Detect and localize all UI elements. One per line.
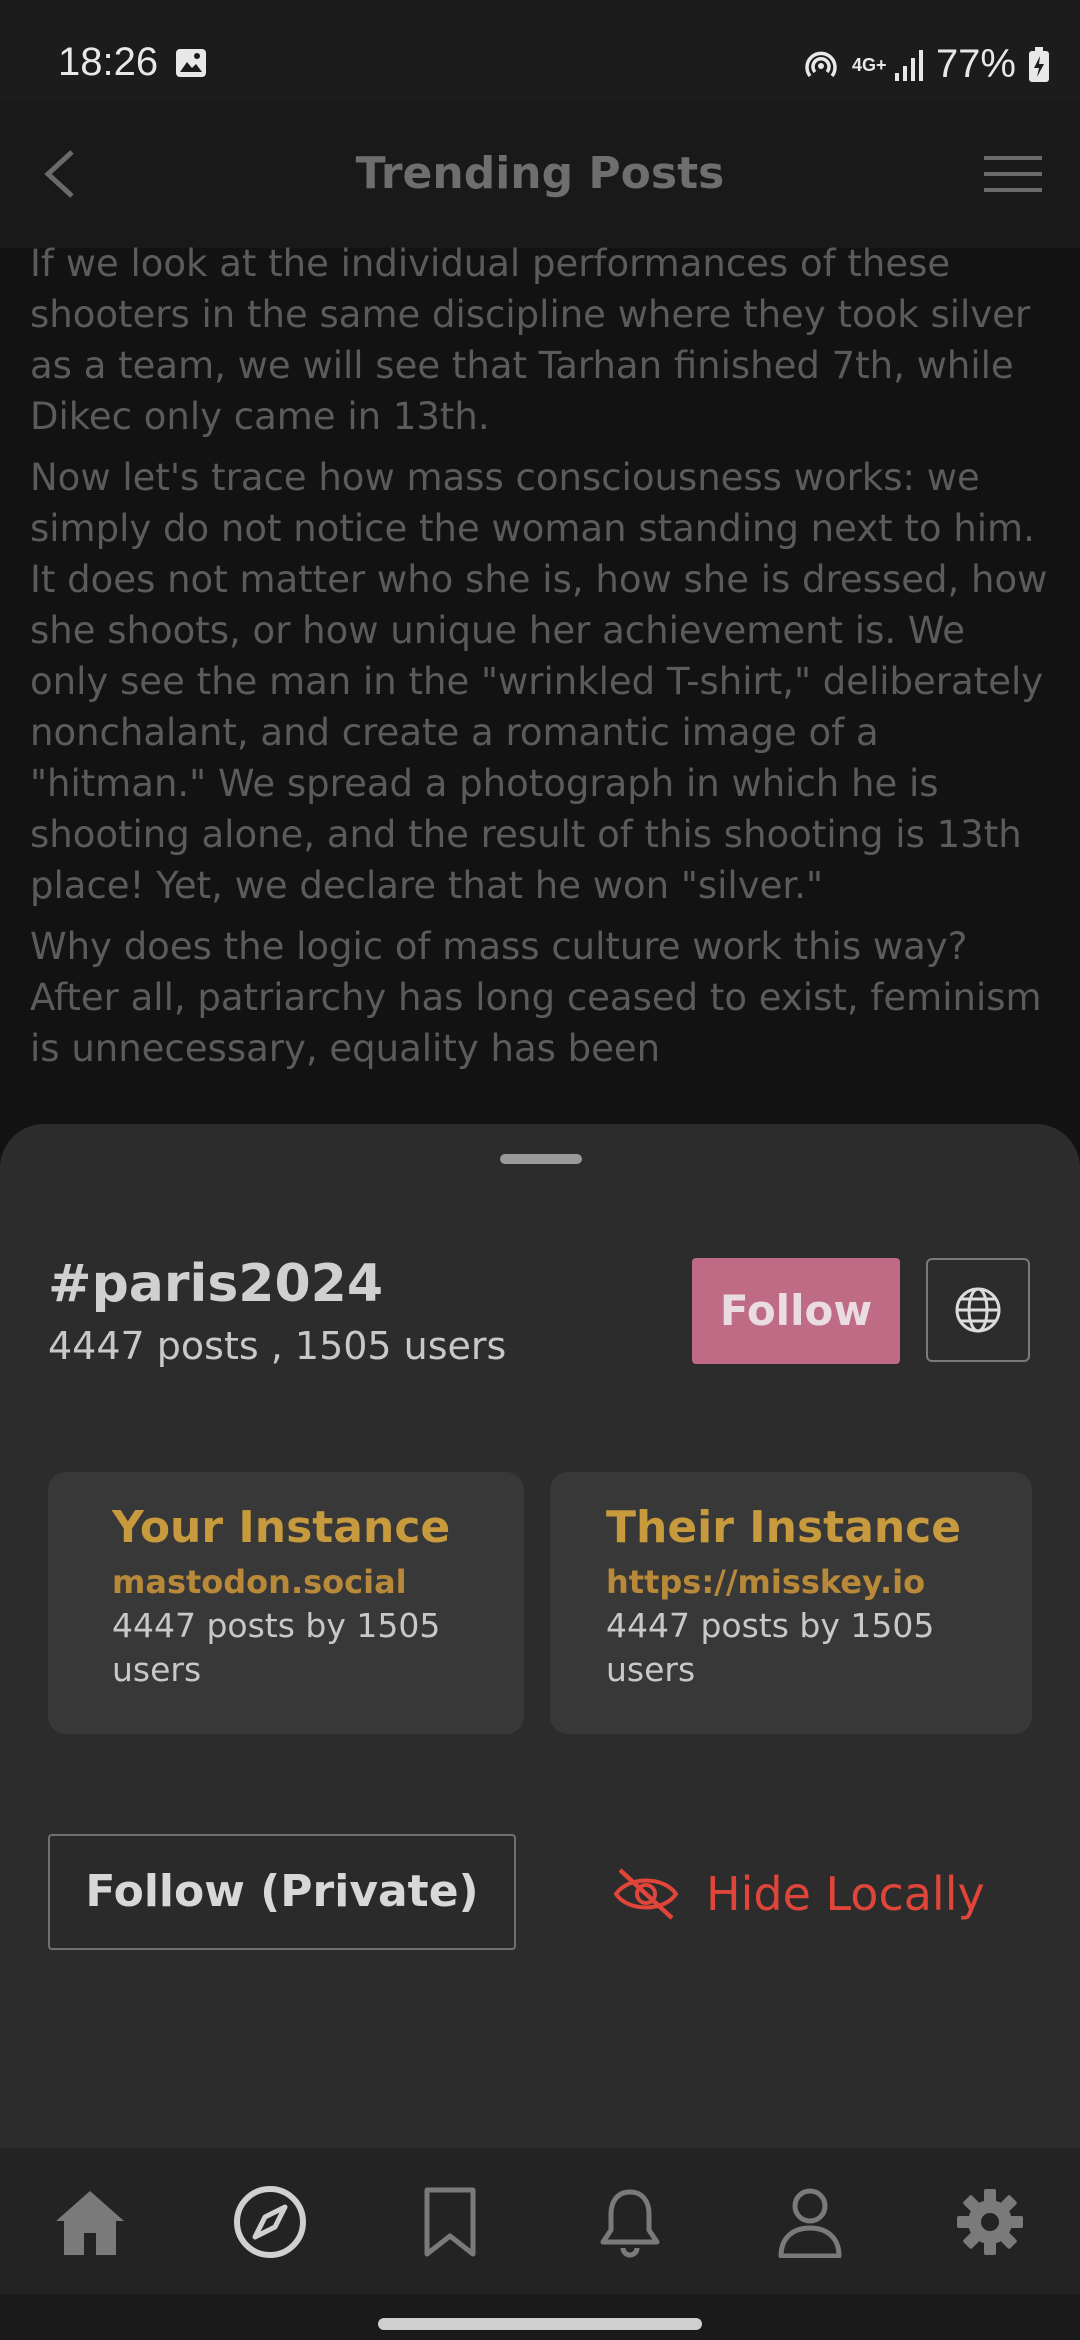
sheet-drag-handle[interactable]: [500, 1154, 582, 1164]
their-instance-title: Their Instance: [606, 1502, 962, 1553]
explore-compass-icon: [234, 2186, 306, 2258]
post-body: If we look at the individual performance…: [30, 238, 1050, 1084]
signal-icon: [894, 49, 923, 81]
gallery-notification-icon: [176, 49, 206, 77]
profile-icon: [778, 2188, 842, 2258]
their-instance-card: Their Instance https://misskey.io 4447 p…: [550, 1472, 1032, 1734]
hashtag-counts: 4447 posts , 1505 users: [48, 1324, 507, 1368]
post-paragraph: If we look at the individual performance…: [30, 242, 1031, 438]
battery-percent: 77%: [935, 42, 1016, 86]
gesture-bar: [0, 2294, 1080, 2340]
hotspot-icon: [805, 51, 837, 77]
home-gesture-pill[interactable]: [378, 2318, 702, 2330]
status-time: 18:26: [58, 40, 159, 84]
status-icons: 4G+ 77%: [802, 42, 1050, 87]
nav-settings[interactable]: [950, 2182, 1030, 2262]
hide-locally-label: Hide Locally: [706, 1867, 985, 1921]
hide-locally-button[interactable]: Hide Locally: [612, 1854, 985, 1934]
their-instance-info: 4447 posts by 1505 users: [606, 1606, 935, 1689]
your-instance-title: Your Instance: [112, 1502, 451, 1553]
your-instance-host: mastodon.social: [112, 1563, 407, 1601]
notifications-bell-icon: [600, 2189, 660, 2258]
bookmark-icon: [424, 2187, 476, 2257]
nav-explore[interactable]: [230, 2182, 310, 2262]
nav-profile[interactable]: [770, 2182, 850, 2262]
nav-home[interactable]: [50, 2182, 130, 2262]
status-bar: 18:26 4G+ 77%: [0, 0, 1080, 100]
eye-off-icon: [613, 1868, 679, 1920]
network-type-label: 4G+: [851, 54, 887, 75]
bottom-navigation: [0, 2148, 1080, 2294]
hashtag-title: #paris2024: [48, 1254, 384, 1314]
hamburger-menu-icon[interactable]: [984, 156, 1042, 192]
post-paragraph: Why does the logic of mass culture work …: [30, 925, 1042, 1070]
post-paragraph: Now let's trace how mass consciousness w…: [30, 456, 1048, 907]
globe-icon: [955, 1287, 1001, 1333]
home-icon: [56, 2191, 124, 2255]
page-title: Trending Posts: [355, 148, 725, 199]
follow-private-button[interactable]: Follow (Private): [48, 1834, 516, 1950]
battery-charging-icon: [1029, 46, 1049, 82]
settings-gear-icon: [957, 2189, 1023, 2255]
nav-bookmarks[interactable]: [410, 2182, 490, 2262]
follow-button[interactable]: Follow: [692, 1258, 900, 1364]
your-instance-card: Your Instance mastodon.social 4447 posts…: [48, 1472, 524, 1734]
nav-notifications[interactable]: [590, 2182, 670, 2262]
app-bar: Trending Posts: [0, 100, 1080, 248]
open-in-browser-button[interactable]: [926, 1258, 1030, 1362]
hashtag-bottom-sheet: #paris2024 4447 posts , 1505 users Follo…: [0, 1124, 1080, 2148]
your-instance-info: 4447 posts by 1505 users: [112, 1606, 441, 1689]
their-instance-host: https://misskey.io: [606, 1563, 926, 1601]
